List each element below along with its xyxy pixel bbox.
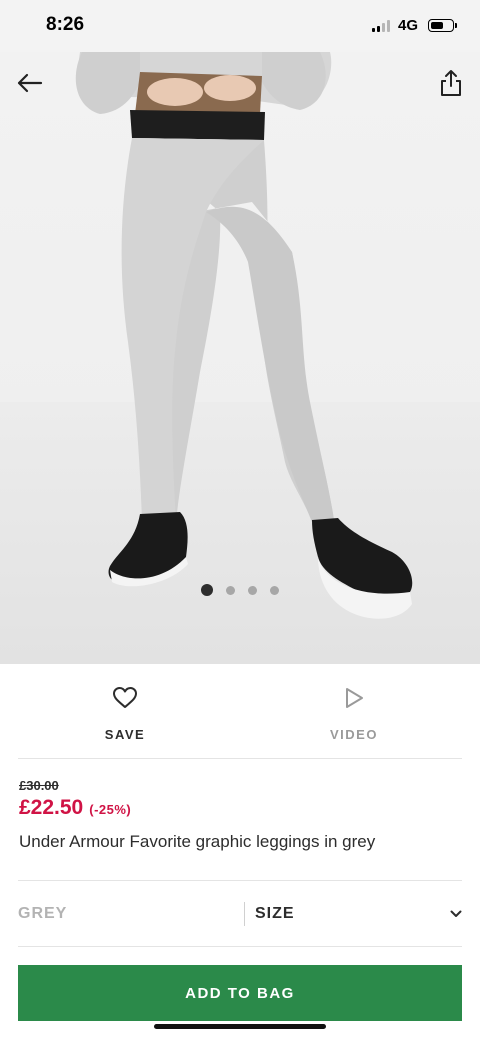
size-label: SIZE	[255, 905, 295, 922]
share-icon[interactable]	[438, 68, 464, 98]
current-price: £22.50	[19, 796, 84, 819]
divider	[18, 946, 462, 947]
chevron-down-icon	[450, 910, 462, 917]
carousel-dot[interactable]	[226, 585, 235, 595]
colour-label: GREY	[18, 905, 68, 922]
video-label: VIDEO	[330, 727, 378, 742]
product-title: Under Armour Favorite graphic leggings i…	[19, 832, 376, 851]
selector-divider	[244, 902, 245, 926]
add-to-bag-button[interactable]: ADD TO BAG	[18, 965, 462, 1021]
product-actions: SAVE VIDEO	[0, 664, 480, 760]
carousel-dot[interactable]	[270, 585, 279, 595]
divider	[18, 880, 462, 881]
variant-selectors: GREY SIZE	[18, 882, 462, 946]
back-arrow-icon[interactable]	[14, 68, 44, 98]
status-bar: 8:26 4G	[0, 0, 480, 52]
discount-badge: (-25%)	[89, 802, 132, 817]
price-block: £30.00 £22.50 (-25%) Under Armour Favori…	[19, 778, 461, 852]
video-button[interactable]: VIDEO	[294, 686, 414, 742]
battery-icon	[428, 19, 457, 32]
signal-icon	[371, 19, 390, 32]
carousel-dots	[0, 584, 480, 596]
home-indicator	[154, 1024, 326, 1029]
product-image-carousel[interactable]	[0, 52, 480, 664]
save-label: SAVE	[104, 727, 146, 742]
carousel-dot[interactable]	[248, 585, 257, 595]
save-button[interactable]: SAVE	[65, 686, 185, 742]
price-line: £22.50 (-25%)	[19, 796, 461, 820]
size-dropdown[interactable]: SIZE	[255, 905, 462, 923]
status-time: 8:26	[46, 14, 85, 35]
old-price: £30.00	[19, 778, 59, 793]
divider	[18, 758, 462, 759]
status-indicators: 4G	[371, 17, 457, 34]
heart-icon	[113, 687, 137, 708]
carousel-dot[interactable]	[201, 584, 213, 596]
play-icon	[346, 688, 363, 708]
product-photo	[75, 52, 413, 619]
network-type: 4G	[397, 17, 418, 34]
